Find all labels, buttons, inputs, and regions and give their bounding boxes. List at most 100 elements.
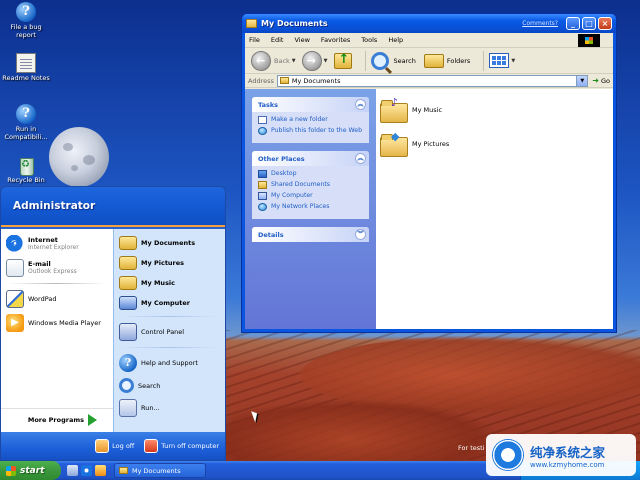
forward-button[interactable]: → ▼: [301, 50, 328, 71]
wordpad-icon: [6, 290, 24, 308]
maximize-button[interactable]: □: [582, 17, 596, 30]
details-title: Details: [258, 230, 284, 239]
start-item-wordpad[interactable]: WordPad: [4, 287, 110, 311]
taskbar-button-my-documents[interactable]: My Documents: [114, 463, 206, 478]
back-label: Back: [274, 56, 290, 65]
pictures-folder-icon: ◆: [380, 130, 408, 157]
task-publish-web[interactable]: Publish this folder to the Web: [258, 127, 363, 135]
address-bar: Address My Documents ▼ ➜ Go: [245, 74, 613, 88]
collapse-icon[interactable]: ︽: [355, 153, 366, 164]
up-folder-button[interactable]: [333, 52, 352, 69]
start-item-control-panel[interactable]: Control Panel: [117, 320, 222, 344]
start-item-media-player[interactable]: Windows Media Player: [4, 311, 110, 335]
start-item-internet[interactable]: e Internet Internet Explorer: [4, 232, 110, 256]
start-item-run[interactable]: Run...: [117, 396, 222, 420]
file-item-my-music[interactable]: ♪ My Music: [380, 96, 443, 123]
start-item-search[interactable]: Search: [117, 375, 222, 396]
menu-file[interactable]: File: [249, 36, 260, 44]
views-button[interactable]: ▼: [489, 53, 515, 68]
start-item-my-computer[interactable]: My Computer: [117, 293, 222, 313]
start-item-email[interactable]: E-mail Outlook Express: [4, 256, 110, 280]
window-titlebar[interactable]: My Documents Comments? _ □ ×: [242, 14, 616, 33]
folder-icon: [119, 467, 128, 474]
item-title: E-mail: [28, 260, 51, 268]
separator: [121, 347, 218, 348]
back-button[interactable]: ← Back ▼: [251, 50, 296, 71]
windows-logo-icon: [578, 34, 600, 47]
item-title: Internet: [28, 236, 58, 244]
help-icon: ?: [16, 2, 36, 22]
internet-explorer-icon[interactable]: [81, 465, 92, 476]
search-icon: [119, 378, 134, 393]
file-list: ♪ My Music ◆ My Pictures: [376, 89, 613, 329]
menu-help[interactable]: Help: [388, 36, 403, 44]
desktop-icon-compat[interactable]: ? Run in Compatibili...: [0, 104, 52, 141]
windows-logo-icon: [6, 465, 16, 476]
menu-favorites[interactable]: Favorites: [321, 36, 350, 44]
menu-tools[interactable]: Tools: [361, 36, 377, 44]
start-menu-places: My Documents My Pictures My Music My Com…: [113, 229, 225, 434]
start-item-my-music[interactable]: My Music: [117, 273, 222, 293]
menu-edit[interactable]: Edit: [271, 36, 284, 44]
folder-icon: [258, 181, 267, 189]
watermark-url: www.kzmyhome.com: [530, 460, 605, 469]
task-label: Make a new folder: [271, 116, 328, 123]
start-item-my-pictures[interactable]: My Pictures: [117, 253, 222, 273]
desktop-icon-readme[interactable]: Readme Notes: [0, 53, 52, 82]
notepad-icon: [16, 53, 36, 73]
show-desktop-icon[interactable]: [67, 465, 78, 476]
control-panel-icon: [119, 323, 137, 341]
place-my-computer[interactable]: My Computer: [258, 192, 363, 200]
folder-icon: [119, 236, 137, 250]
task-label: Publish this folder to the Web: [271, 127, 362, 134]
internet-explorer-icon: e: [6, 235, 24, 253]
help-icon: ?: [16, 104, 36, 124]
address-input[interactable]: My Documents ▼: [276, 74, 589, 87]
close-button[interactable]: ×: [598, 17, 612, 30]
file-label: My Music: [412, 106, 443, 114]
details-header[interactable]: Details ︾: [252, 227, 369, 242]
media-player-icon: [6, 314, 24, 332]
address-dropdown[interactable]: ▼: [576, 75, 588, 86]
other-places-title: Other Places: [258, 154, 305, 163]
item-title: My Pictures: [141, 259, 185, 267]
more-programs-button[interactable]: More Programs: [1, 408, 113, 430]
start-button[interactable]: start: [0, 461, 61, 480]
computer-icon: [119, 296, 137, 310]
minimize-button[interactable]: _: [566, 17, 580, 30]
chevron-down-icon: ▼: [323, 57, 328, 64]
new-folder-icon: [258, 116, 267, 124]
file-label: My Pictures: [412, 140, 450, 148]
media-player-icon[interactable]: [95, 465, 106, 476]
place-desktop[interactable]: Desktop: [258, 170, 363, 178]
desktop-icon-recycle-bin[interactable]: Recycle Bin: [0, 155, 52, 184]
task-new-folder[interactable]: Make a new folder: [258, 116, 363, 124]
help-icon: ?: [119, 354, 137, 372]
collapse-icon[interactable]: ︽: [355, 99, 366, 110]
other-places-header[interactable]: Other Places ︽: [252, 151, 369, 166]
place-network[interactable]: My Network Places: [258, 203, 363, 211]
music-folder-icon: ♪: [380, 96, 408, 123]
folders-button[interactable]: Folders: [423, 53, 470, 68]
turn-off-button[interactable]: Turn off computer: [144, 439, 219, 453]
place-shared-documents[interactable]: Shared Documents: [258, 181, 363, 189]
user-name: Administrator: [13, 200, 96, 212]
arrow-right-icon: [88, 413, 97, 426]
log-off-button[interactable]: Log off: [95, 439, 134, 453]
comments-link[interactable]: Comments?: [522, 20, 558, 27]
more-programs-label: More Programs: [27, 415, 84, 424]
place-label: My Network Places: [271, 203, 330, 210]
file-item-my-pictures[interactable]: ◆ My Pictures: [380, 130, 450, 157]
menu-view[interactable]: View: [294, 36, 309, 44]
separator: [8, 283, 106, 284]
network-icon: [258, 203, 267, 211]
search-button[interactable]: Search: [370, 51, 416, 70]
start-item-help[interactable]: ? Help and Support: [117, 351, 222, 375]
go-label: Go: [600, 76, 610, 85]
go-button[interactable]: ➜ Go: [592, 76, 610, 85]
expand-icon[interactable]: ︾: [355, 229, 366, 240]
start-item-my-documents[interactable]: My Documents: [117, 233, 222, 253]
item-title: My Documents: [141, 239, 196, 247]
tasks-panel-header[interactable]: Tasks ︽: [252, 97, 369, 112]
desktop-icon-file-bug[interactable]: ? File a bug report: [0, 2, 52, 39]
